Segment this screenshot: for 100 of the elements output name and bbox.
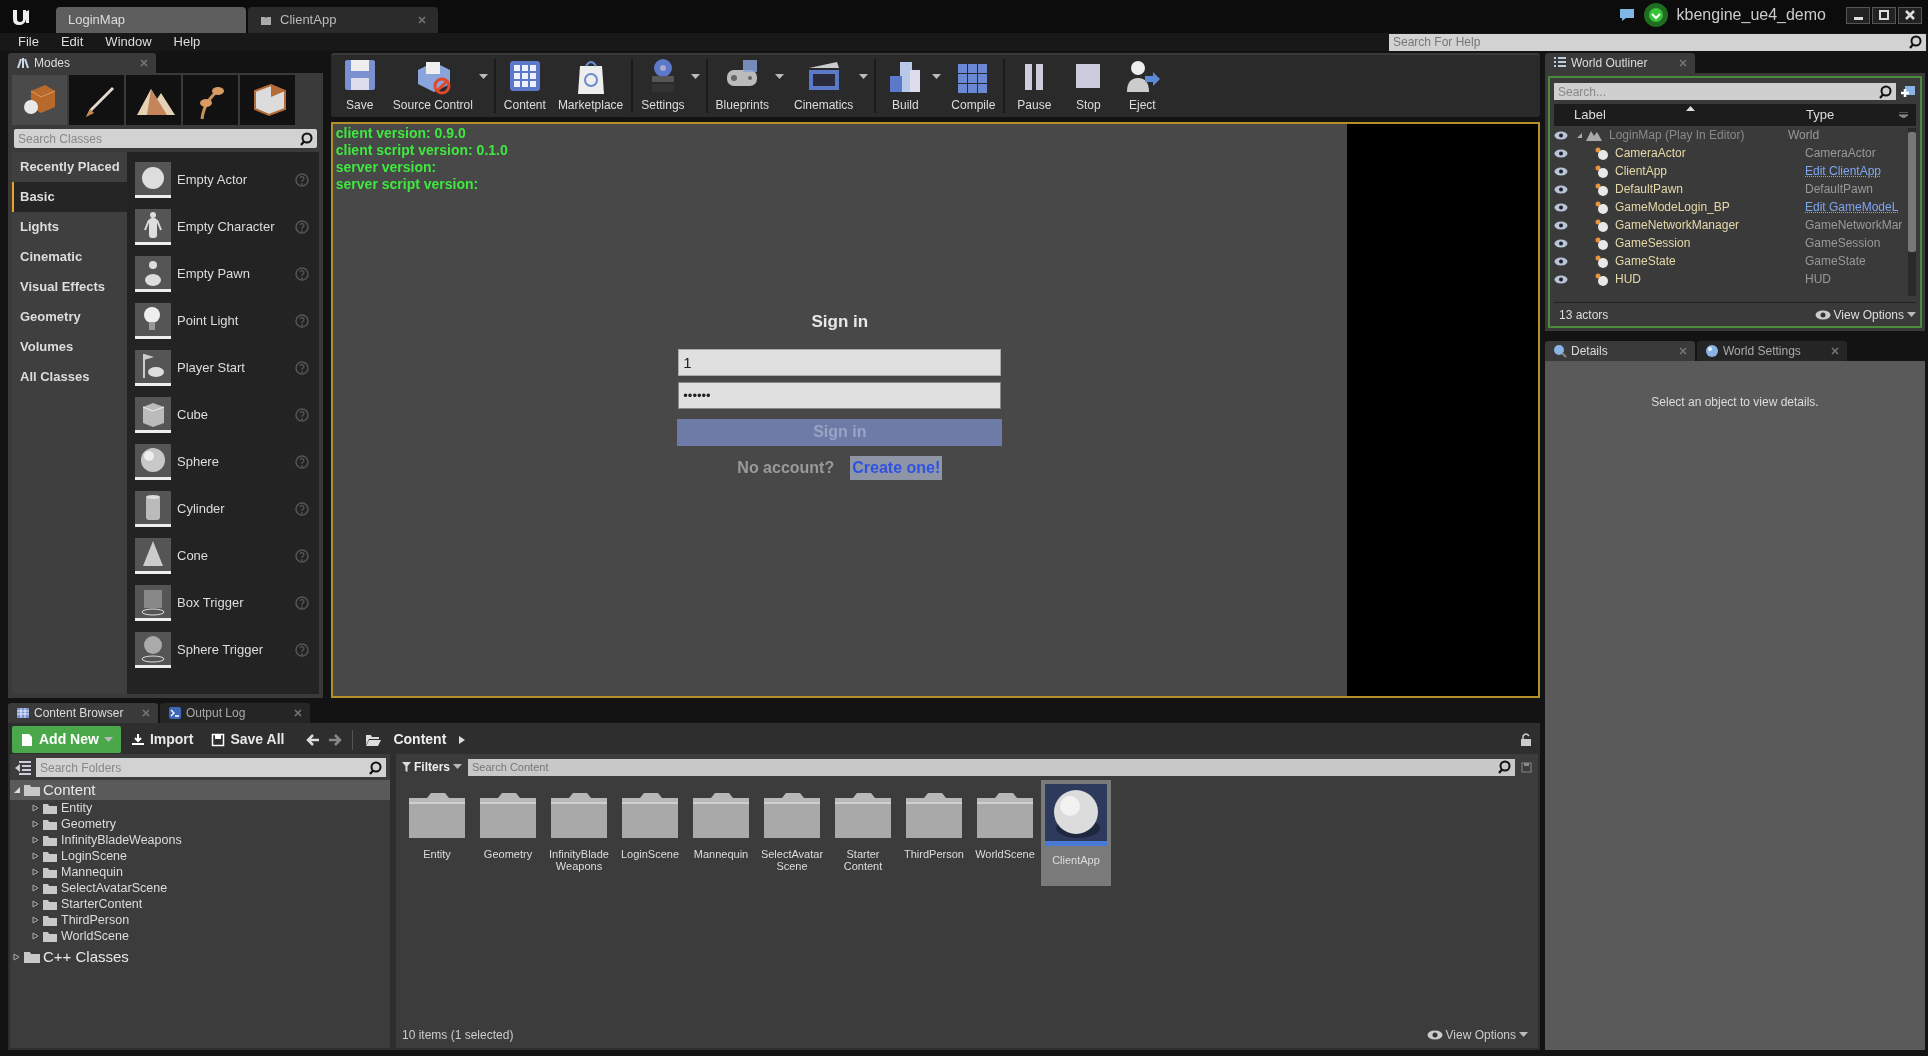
menu-item[interactable]: Edit xyxy=(60,32,84,52)
class-list-item[interactable]: Empty Pawn xyxy=(135,250,309,297)
dropdown-caret-icon[interactable] xyxy=(690,74,700,80)
class-list-item[interactable]: Point Light xyxy=(135,297,309,344)
asset-tile[interactable]: Starter Content xyxy=(828,780,898,886)
toolbar-button[interactable]: Save All xyxy=(203,726,293,753)
filters-button[interactable]: Filters xyxy=(402,758,462,776)
edit-blueprint-link[interactable]: Edit ClientApp xyxy=(1805,162,1882,180)
menu-item[interactable]: File xyxy=(18,32,39,52)
panel-tab[interactable]: Content Browser xyxy=(8,703,158,723)
toolbar-button[interactable]: Pause xyxy=(1007,55,1062,117)
folder-tree-item[interactable]: InfinityBladeWeapons xyxy=(10,832,390,848)
category-tab[interactable]: Recently Placed xyxy=(12,152,127,182)
toolbar-button[interactable]: Compile xyxy=(945,55,1002,117)
mode-button[interactable] xyxy=(240,75,295,125)
toolbar-button[interactable]: Save xyxy=(332,55,387,117)
folder-tree-item[interactable]: LoginScene xyxy=(10,848,390,864)
restore-button[interactable] xyxy=(1872,6,1896,24)
folder-tree-item[interactable]: WorldScene xyxy=(10,928,390,944)
password-field[interactable]: •••••• xyxy=(678,381,1002,409)
column-header[interactable]: Type xyxy=(1806,105,1899,125)
edit-blueprint-link[interactable]: Edit GameModeL xyxy=(1805,198,1899,216)
folder-tree-item[interactable]: StarterContent xyxy=(10,896,390,912)
outliner-search-field[interactable]: Search... xyxy=(1554,83,1896,100)
document-tab[interactable]: ClientApp xyxy=(248,7,438,33)
toolbar-button[interactable]: Blueprints xyxy=(709,55,775,117)
minimize-button[interactable] xyxy=(1846,6,1870,24)
asset-tile[interactable]: Mannequin xyxy=(686,780,756,886)
toolbar-button[interactable]: Source Control xyxy=(386,55,479,117)
menu-item[interactable]: Help xyxy=(173,32,201,52)
toolbar-button[interactable]: Stop xyxy=(1061,55,1116,117)
category-tab[interactable]: Geometry xyxy=(12,302,127,332)
column-header[interactable]: Label xyxy=(1574,105,1806,125)
dropdown-caret-icon[interactable] xyxy=(478,74,488,80)
document-tab[interactable]: LoginMap xyxy=(56,7,246,33)
folder-tree-item[interactable]: Geometry xyxy=(10,816,390,832)
class-list-item[interactable]: Sphere xyxy=(135,438,309,485)
panel-tab[interactable]: World Settings xyxy=(1697,341,1847,361)
panel-tab[interactable]: Output Log xyxy=(160,703,310,723)
view-options-button[interactable]: View Options xyxy=(1426,1026,1528,1044)
asset-tile[interactable]: Geometry xyxy=(473,780,543,886)
toolbar-button[interactable]: Build xyxy=(878,55,933,117)
scrollbar-thumb[interactable] xyxy=(1908,132,1916,252)
outliner-row[interactable]: GameState GameState xyxy=(1554,252,1908,270)
asset-tile[interactable]: SelectAvatar Scene xyxy=(757,780,827,886)
class-list-item[interactable]: Cone xyxy=(135,532,309,579)
outliner-row[interactable]: CameraActor CameraActor xyxy=(1554,144,1908,162)
outliner-row[interactable]: GameModeLogin_BP Edit GameModeL xyxy=(1554,198,1908,216)
folder-tree-item[interactable]: C++ Classes xyxy=(10,947,390,967)
mode-button[interactable] xyxy=(183,75,238,125)
outliner-row[interactable]: HUD HUD xyxy=(1554,270,1908,288)
category-tab[interactable]: Basic xyxy=(12,182,127,212)
mode-button[interactable] xyxy=(69,75,124,125)
asset-tile[interactable]: LoginScene xyxy=(615,780,685,886)
toolbar-button[interactable]: Import xyxy=(122,726,202,753)
close-button[interactable] xyxy=(1898,6,1922,24)
class-search-field[interactable]: Search Classes xyxy=(14,129,317,148)
outliner-row[interactable]: ClientApp Edit ClientApp xyxy=(1554,162,1908,180)
outliner-row[interactable]: DefaultPawn DefaultPawn xyxy=(1554,180,1908,198)
asset-tile[interactable]: WorldScene xyxy=(970,780,1040,886)
category-tab[interactable]: Lights xyxy=(12,212,127,242)
folder-tree-item[interactable]: Mannequin xyxy=(10,864,390,880)
class-list-item[interactable]: Cylinder xyxy=(135,485,309,532)
panel-tab[interactable]: World Outliner xyxy=(1545,53,1695,73)
class-list-item[interactable]: Empty Character xyxy=(135,203,309,250)
dropdown-caret-icon[interactable] xyxy=(775,74,784,80)
dropdown-caret-icon[interactable] xyxy=(859,74,869,80)
scrollbar[interactable] xyxy=(1908,128,1916,296)
toolbar-button[interactable]: Marketplace xyxy=(551,55,630,117)
class-list-item[interactable]: Sphere Trigger xyxy=(135,626,309,673)
folder-tree-item[interactable]: Content xyxy=(10,780,390,800)
view-options-button[interactable]: View Options xyxy=(1814,305,1916,324)
category-tab[interactable]: Cinematic xyxy=(12,242,127,272)
help-search-field[interactable]: Search For Help xyxy=(1389,33,1926,51)
folder-search-field[interactable]: Search Folders xyxy=(36,758,386,777)
asset-tile[interactable]: InfinityBlade Weapons xyxy=(544,780,614,886)
toolbar-button[interactable]: Eject xyxy=(1115,55,1170,117)
toolbar-button[interactable]: Content xyxy=(497,55,552,117)
category-tab[interactable]: All Classes xyxy=(12,362,127,392)
username-field[interactable]: 1 xyxy=(678,348,1002,376)
breadcrumb-item[interactable]: Content xyxy=(393,729,447,750)
class-list-item[interactable]: Player Start xyxy=(135,344,309,391)
mode-button[interactable] xyxy=(126,75,181,125)
panel-tab[interactable]: Details xyxy=(1545,341,1695,361)
class-list-item[interactable]: Box Trigger xyxy=(135,579,309,626)
class-list-item[interactable]: Empty Actor xyxy=(135,156,309,203)
category-tab[interactable]: Visual Effects xyxy=(12,272,127,302)
asset-tile[interactable]: Entity xyxy=(402,780,472,886)
toolbar-button[interactable]: Settings xyxy=(635,55,691,117)
folder-tree-item[interactable]: Entity xyxy=(10,800,390,816)
category-tab[interactable]: Volumes xyxy=(12,332,127,362)
asset-tile[interactable]: ThirdPerson xyxy=(899,780,969,886)
outliner-row[interactable]: GameSession GameSession xyxy=(1554,234,1908,252)
outliner-row[interactable]: GameNetworkManager GameNetworkMar xyxy=(1554,216,1908,234)
dropdown-caret-icon[interactable] xyxy=(932,74,942,80)
panel-tab[interactable]: Modes xyxy=(8,53,156,73)
content-search-field[interactable]: Search Content xyxy=(468,758,1515,776)
mode-button[interactable] xyxy=(12,75,67,125)
class-list-item[interactable]: Cube xyxy=(135,391,309,438)
menu-item[interactable]: Window xyxy=(105,32,152,52)
